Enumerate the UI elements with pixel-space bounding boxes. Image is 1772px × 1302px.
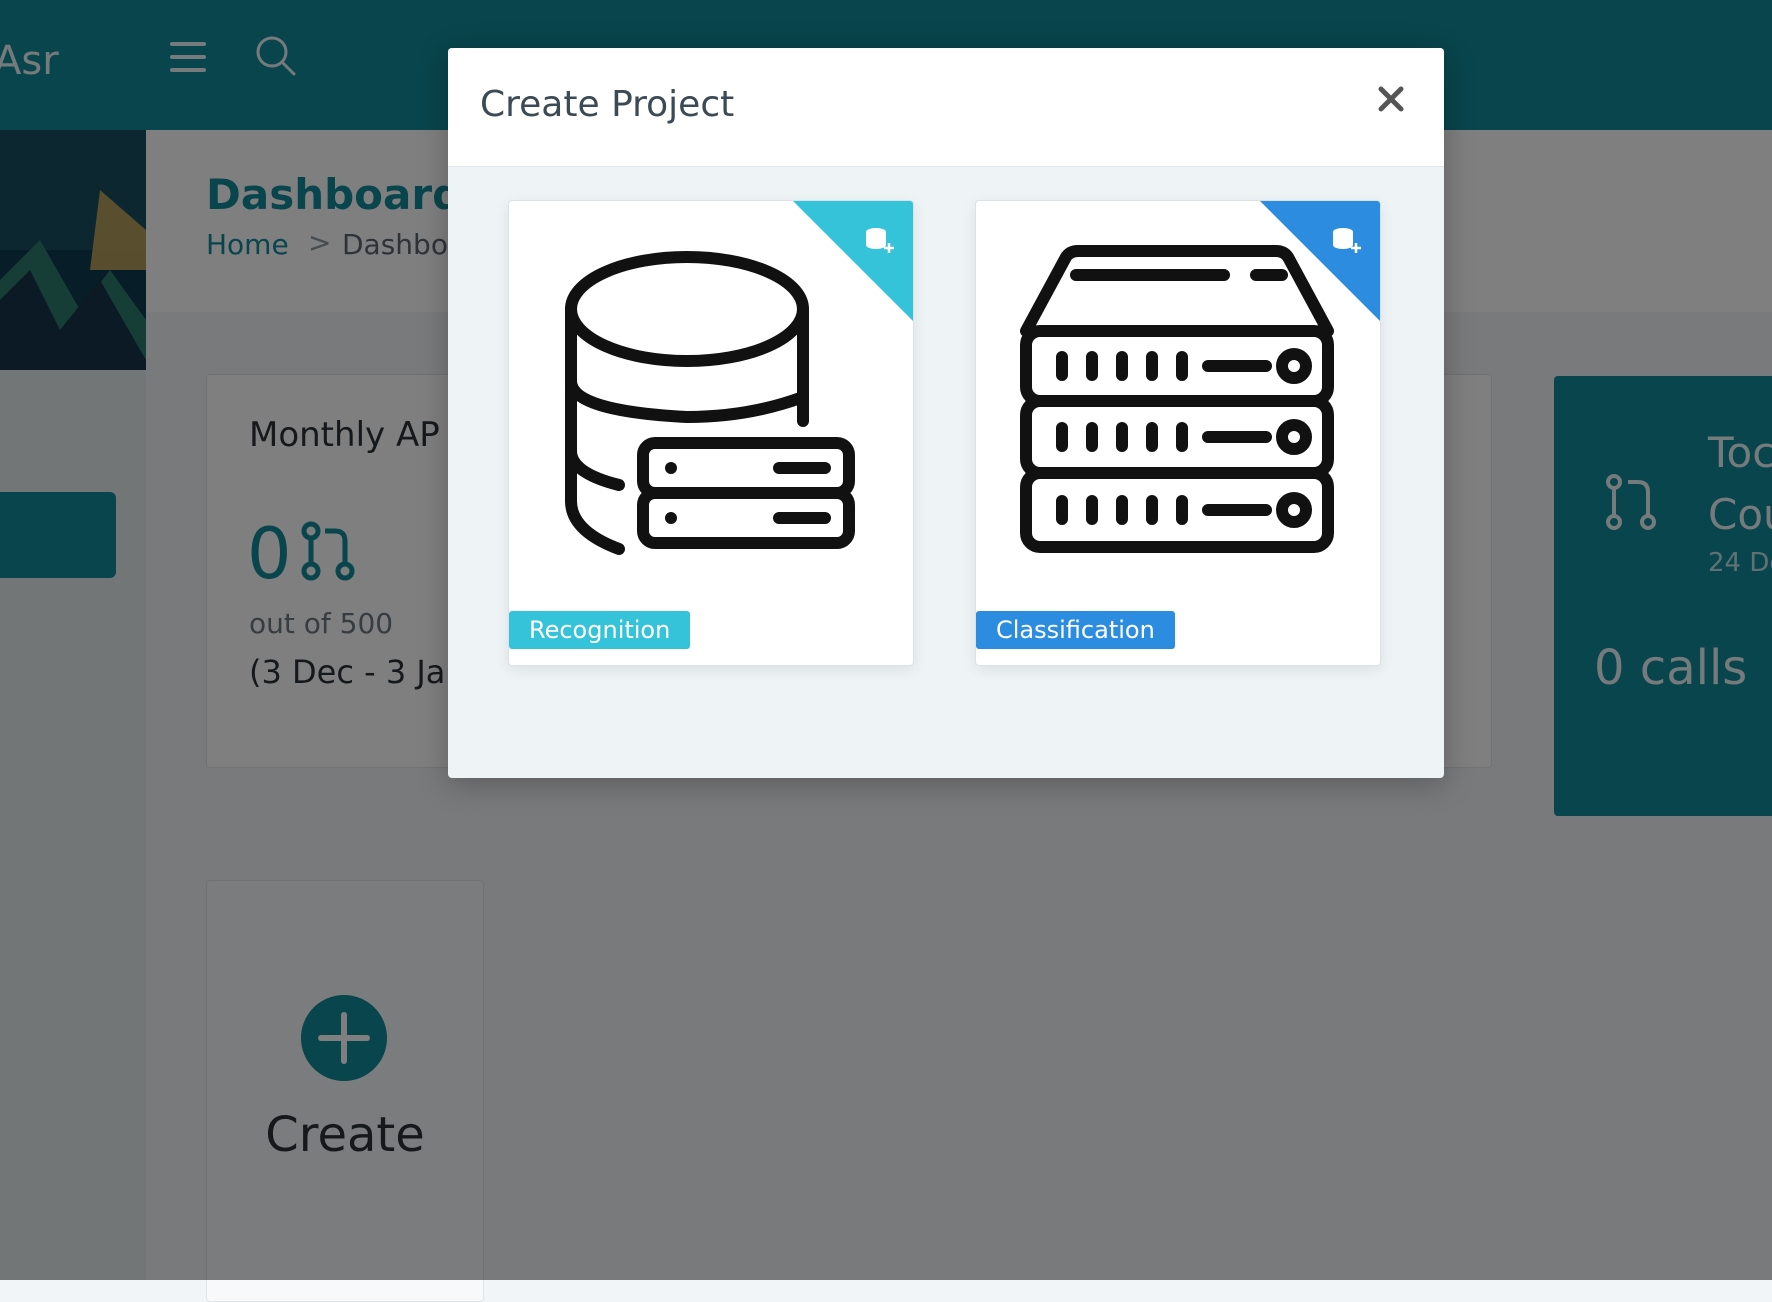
project-type-recognition[interactable]: Recognition xyxy=(508,200,914,666)
recognition-badge: Recognition xyxy=(509,611,691,649)
project-type-classification[interactable]: Classification xyxy=(975,200,1381,666)
server-rack-icon xyxy=(1020,245,1334,553)
close-icon[interactable] xyxy=(1378,86,1404,112)
create-project-modal: Create Project Recognition Classificatio… xyxy=(448,48,1444,778)
modal-title: Create Project xyxy=(480,84,735,125)
classification-badge: Classification xyxy=(976,611,1175,649)
database-server-icon xyxy=(565,251,855,555)
modal-header: Create Project xyxy=(448,48,1444,167)
